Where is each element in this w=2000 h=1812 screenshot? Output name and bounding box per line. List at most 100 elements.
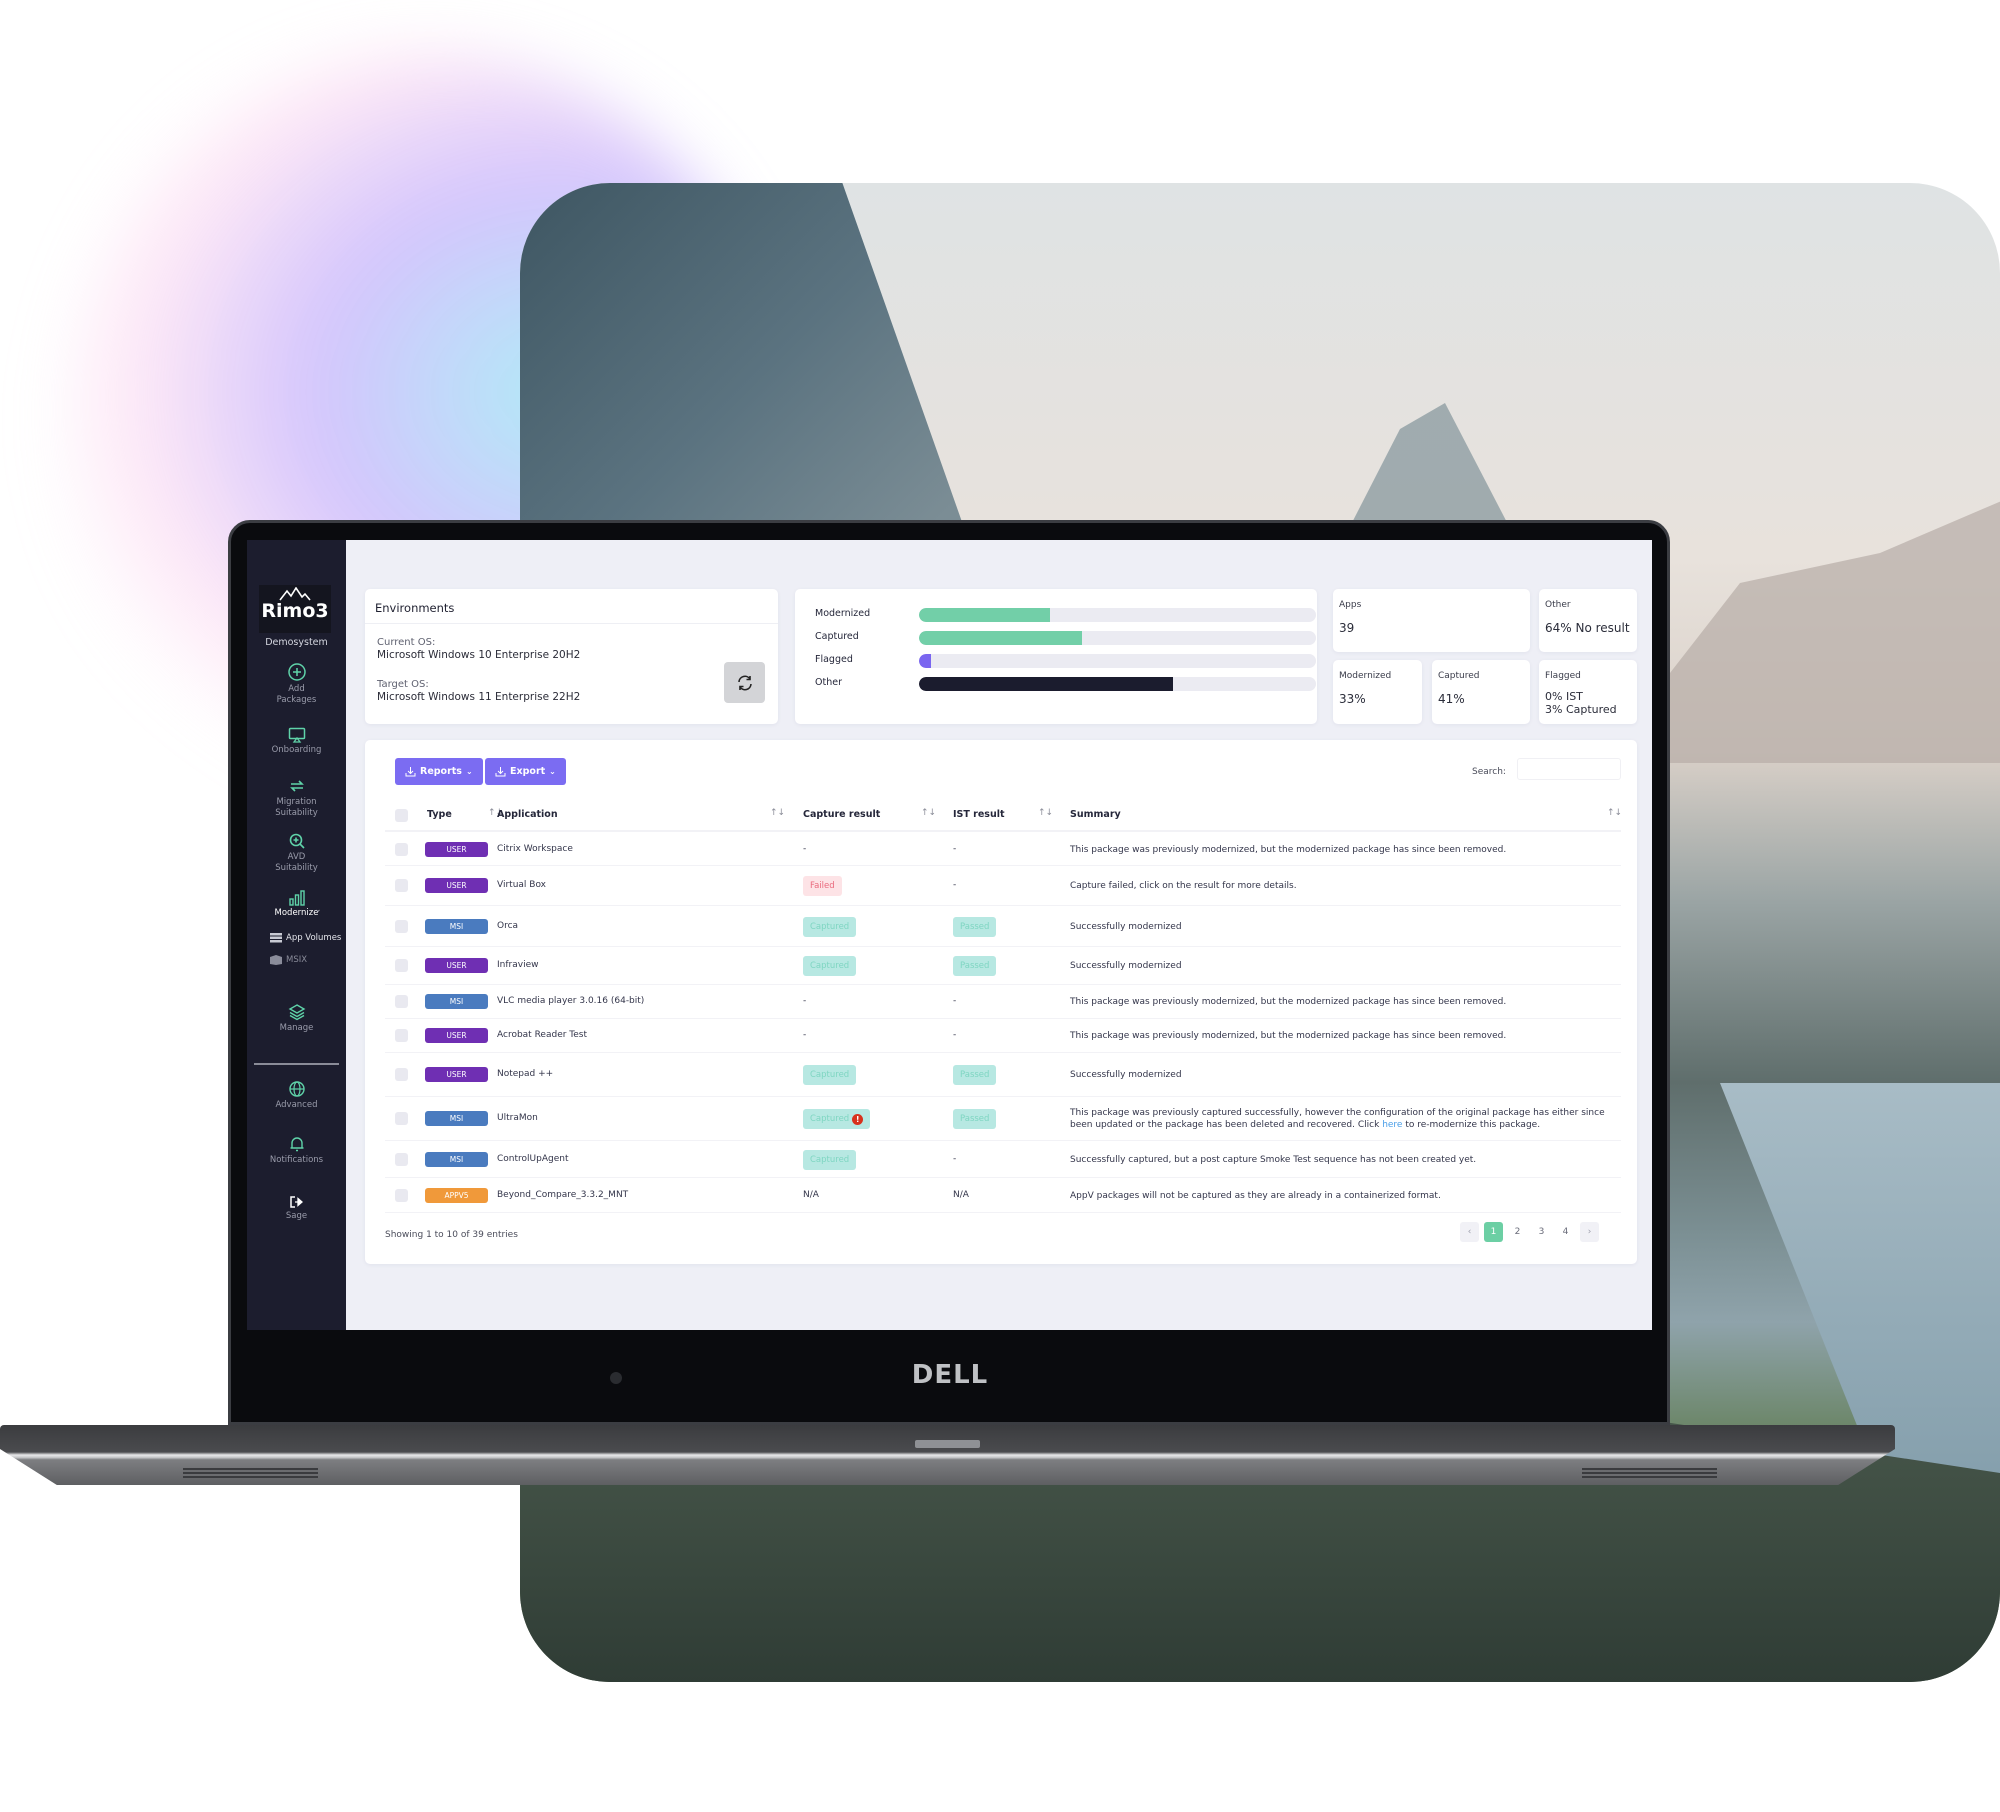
capture-result-badge[interactable]: Captured xyxy=(803,1065,857,1085)
row-checkbox[interactable] xyxy=(395,959,408,972)
table-row[interactable]: APPV5 Beyond_Compare_3.3.2_MNT N/A N/A AppV … xyxy=(385,1178,1621,1213)
sidebar-subitem-msix[interactable]: MSIX xyxy=(270,955,307,965)
sort-icon[interactable]: ↑↓ xyxy=(921,808,936,818)
row-checkbox[interactable] xyxy=(395,995,408,1008)
remodernize-link[interactable]: here xyxy=(1382,1120,1402,1130)
export-button[interactable]: Export ⌄ xyxy=(485,758,566,785)
prev-page-button[interactable]: ‹ xyxy=(1460,1222,1479,1242)
application-name[interactable]: UltraMon xyxy=(497,1113,538,1123)
application-name[interactable]: VLC media player 3.0.16 (64-bit) xyxy=(497,996,644,1006)
sidebar-subitem-label: App Volumes xyxy=(286,933,342,943)
reports-button[interactable]: Reports ⌄ xyxy=(395,758,483,785)
search-input[interactable] xyxy=(1517,758,1621,780)
download-icon xyxy=(495,767,506,777)
stat-modernized: Modernized 33% xyxy=(1333,660,1422,724)
row-checkbox[interactable] xyxy=(395,920,408,933)
capture-result-badge[interactable]: Captured! xyxy=(803,1109,871,1129)
table-row[interactable]: MSI VLC media player 3.0.16 (64-bit) - - Thi… xyxy=(385,985,1621,1019)
application-name[interactable]: Notepad ++ xyxy=(497,1069,553,1079)
table-row[interactable]: USER Acrobat Reader Test - - This package wa… xyxy=(385,1019,1621,1053)
summary-text: Capture failed, click on the result for … xyxy=(1070,880,1610,892)
sidebar-item-sage[interactable]: Sage xyxy=(247,1195,346,1222)
sidebar-item-label: Modernize xyxy=(274,908,319,918)
application-name[interactable]: Citrix Workspace xyxy=(497,844,573,854)
search-label: Search: xyxy=(1472,767,1506,777)
capture-result-badge[interactable]: Failed xyxy=(803,876,842,896)
application-name[interactable]: Orca xyxy=(497,921,518,931)
table-row[interactable]: MSI UltraMon Captured! Passed This package w… xyxy=(385,1097,1621,1141)
sidebar-item-label: Advanced xyxy=(275,1100,318,1110)
sort-icon[interactable]: ↑↓ xyxy=(1038,808,1053,818)
row-checkbox[interactable] xyxy=(395,1068,408,1081)
sign-out-icon xyxy=(289,1196,303,1208)
sidebar-item-avd-suitability[interactable]: AVD Suitability xyxy=(247,832,346,874)
next-page-button[interactable]: › xyxy=(1580,1222,1599,1242)
select-all-checkbox[interactable] xyxy=(395,809,408,822)
stat-label: Captured xyxy=(1438,671,1480,681)
sidebar-item-label: Notifications xyxy=(269,1155,324,1165)
column-header-application[interactable]: Application xyxy=(497,809,558,820)
sidebar-item-add-packages[interactable]: Add Packages xyxy=(247,662,346,706)
ist-result-badge[interactable]: Passed xyxy=(953,1109,997,1129)
column-header-ist-result[interactable]: IST result xyxy=(953,809,1005,820)
summary-text: Successfully captured, but a post captur… xyxy=(1070,1154,1610,1166)
progress-label: Flagged xyxy=(815,654,853,665)
sidebar-item-migration-suitability[interactable]: Migration Suitability xyxy=(247,777,346,819)
table-row[interactable]: MSI Orca Captured Passed Successfully modern… xyxy=(385,906,1621,947)
table-row[interactable]: USER Infraview Captured Passed Successfully … xyxy=(385,947,1621,985)
application-name[interactable]: Infraview xyxy=(497,960,538,970)
stat-value: 0% IST 3% Captured xyxy=(1545,690,1617,716)
column-header-summary[interactable]: Summary xyxy=(1070,809,1121,820)
ist-result-cell: Passed xyxy=(953,956,997,976)
sort-icon[interactable]: ↑↓ xyxy=(770,808,785,818)
row-checkbox[interactable] xyxy=(395,1029,408,1042)
ist-result-badge[interactable]: Passed xyxy=(953,917,997,937)
application-name[interactable]: ControlUpAgent xyxy=(497,1154,568,1164)
column-header-capture-result[interactable]: Capture result xyxy=(803,809,880,820)
progress-label: Modernized xyxy=(815,608,871,619)
table-row[interactable]: USER Citrix Workspace - - This package was p… xyxy=(385,833,1621,866)
ist-result-cell: Passed xyxy=(953,917,997,937)
ist-result-badge[interactable]: Passed xyxy=(953,956,997,976)
column-header-type[interactable]: Type xyxy=(427,809,452,820)
row-checkbox[interactable] xyxy=(395,843,408,856)
progress-track xyxy=(919,677,1316,691)
zoom-plus-icon xyxy=(289,833,305,849)
page-button-3[interactable]: 3 xyxy=(1532,1222,1551,1242)
capture-result-badge[interactable]: Captured xyxy=(803,917,857,937)
sidebar-item-onboarding[interactable]: Onboarding xyxy=(247,727,346,756)
page-button-2[interactable]: 2 xyxy=(1508,1222,1527,1242)
chevron-down-icon[interactable]: ⌄ xyxy=(314,905,322,915)
application-name[interactable]: Acrobat Reader Test xyxy=(497,1030,587,1040)
row-checkbox[interactable] xyxy=(395,1189,408,1202)
ist-result-badge[interactable]: Passed xyxy=(953,1065,997,1085)
capture-result-badge[interactable]: Captured xyxy=(803,956,857,976)
refresh-button[interactable] xyxy=(724,662,765,703)
stat-label: Other xyxy=(1545,600,1571,610)
application-name[interactable]: Virtual Box xyxy=(497,880,546,890)
sidebar-item-notifications[interactable]: Notifications xyxy=(247,1135,346,1166)
sidebar-item-manage[interactable]: Manage xyxy=(247,1003,346,1034)
table-row[interactable]: USER Notepad ++ Captured Passed Successfully… xyxy=(385,1053,1621,1097)
sidebar-item-label: Migration xyxy=(276,797,317,807)
row-checkbox[interactable] xyxy=(395,1112,408,1125)
stat-captured: Captured 41% xyxy=(1432,660,1530,724)
type-badge: MSI xyxy=(425,1111,488,1126)
table-row[interactable]: MSI ControlUpAgent Captured - Successfully c… xyxy=(385,1141,1621,1178)
sidebar-subitem-app-volumes[interactable]: App Volumes xyxy=(270,933,341,943)
sidebar-item-advanced[interactable]: Advanced xyxy=(247,1080,346,1111)
sort-icon[interactable]: ↑↓ xyxy=(1607,808,1622,818)
capture-result-label: Captured xyxy=(810,1070,850,1080)
logo[interactable]: Rimo3 xyxy=(259,585,331,633)
page-button-4[interactable]: 4 xyxy=(1556,1222,1575,1242)
row-checkbox[interactable] xyxy=(395,879,408,892)
application-name[interactable]: Beyond_Compare_3.3.2_MNT xyxy=(497,1190,628,1200)
table-row[interactable]: USER Virtual Box Failed - Capture failed, cl… xyxy=(385,866,1621,906)
ist-result-label: Passed xyxy=(960,1114,990,1124)
sidebar-item-modernize[interactable]: Modernize xyxy=(247,890,346,919)
summary-body: This package was previously modernized, … xyxy=(1070,845,1507,855)
row-checkbox[interactable] xyxy=(395,1153,408,1166)
capture-result-badge[interactable]: Captured xyxy=(803,1150,857,1170)
page-button-1[interactable]: 1 xyxy=(1484,1222,1503,1242)
ist-result-cell: - xyxy=(953,1030,956,1040)
